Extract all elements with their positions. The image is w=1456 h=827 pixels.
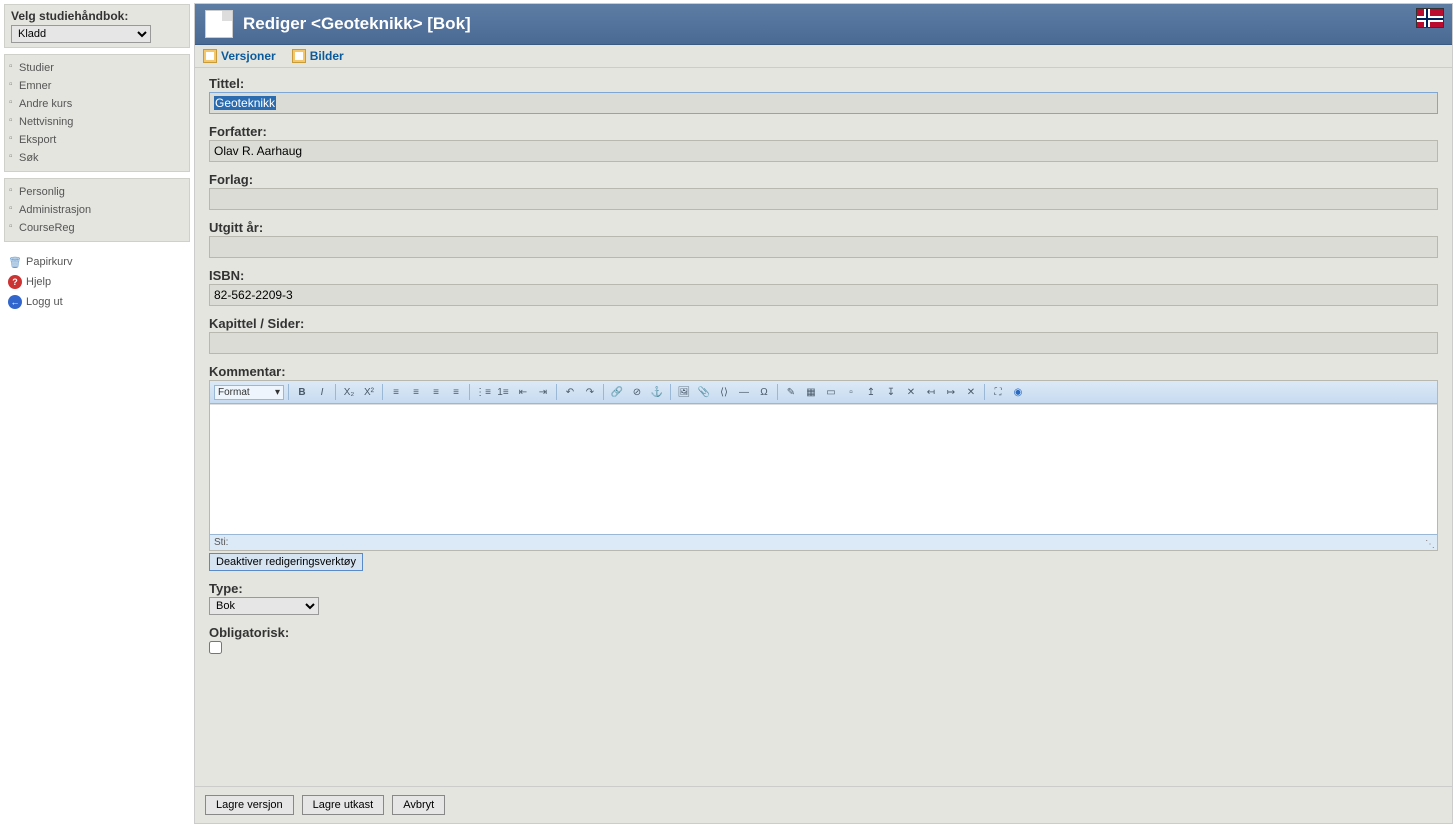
deactivate-editor-button[interactable]: Deaktiver redigeringsverktøy — [209, 553, 363, 571]
anchor-button[interactable]: ⚓ — [648, 383, 666, 401]
tab-bar: Versjoner Bilder — [195, 45, 1452, 68]
sidebar-util: 🗑 Papirkurv ? Hjelp ← Logg ut — [4, 248, 190, 316]
superscript-button[interactable]: X² — [360, 383, 378, 401]
trash-icon: 🗑 — [8, 255, 22, 269]
editor-help-button[interactable]: ◉ — [1009, 383, 1027, 401]
bold-button[interactable]: B — [293, 383, 311, 401]
unlink-button[interactable]: ⊘ — [628, 383, 646, 401]
chapter-input[interactable] — [209, 332, 1438, 354]
nav-andre-kurs[interactable]: Andre kurs — [19, 98, 72, 110]
code-button[interactable]: ⟨⟩ — [715, 383, 733, 401]
sidebar-nav-admin: Personlig Administrasjon CourseReg — [4, 178, 190, 242]
isbn-label: ISBN: — [209, 268, 1438, 283]
handbook-selector-block: Velg studiehåndbok: Kladd — [4, 4, 190, 48]
align-right-button[interactable]: ≡ — [427, 383, 445, 401]
cancel-button[interactable]: Avbryt — [392, 795, 445, 815]
save-draft-button[interactable]: Lagre utkast — [302, 795, 385, 815]
form-content: Tittel: Geoteknikk Forfatter: Forlag: Ut… — [195, 68, 1452, 675]
year-label: Utgitt år: — [209, 220, 1438, 235]
flag-norway-icon[interactable] — [1416, 8, 1444, 28]
italic-button[interactable]: I — [313, 383, 331, 401]
edit-html-button[interactable]: ✎ — [782, 383, 800, 401]
tab-bilder-label: Bilder — [310, 49, 344, 63]
delete-col-button[interactable]: ✕ — [962, 383, 980, 401]
insert-col-before-button[interactable]: ↤ — [922, 383, 940, 401]
insert-row-before-button[interactable]: ↥ — [862, 383, 880, 401]
main-panel: Rediger <Geoteknikk> [Bok] Versjoner Bil… — [194, 3, 1453, 824]
comment-label: Kommentar: — [209, 364, 1438, 379]
sidebar-nav-main: Studier Emner Andre kurs Nettvisning Eks… — [4, 54, 190, 172]
document-icon — [205, 10, 233, 38]
insert-row-after-button[interactable]: ↧ — [882, 383, 900, 401]
nav-hjelp[interactable]: Hjelp — [26, 276, 51, 288]
link-button[interactable]: 🔗 — [608, 383, 626, 401]
editor-toolbar: Format▾ B I X₂ X² ≡ ≡ ≡ ≡ ⋮≡ — [210, 381, 1437, 404]
bullet-list-button[interactable]: ⋮≡ — [474, 383, 492, 401]
outdent-button[interactable]: ⇤ — [514, 383, 532, 401]
nav-coursereg[interactable]: CourseReg — [19, 222, 75, 234]
chapter-label: Kapittel / Sider: — [209, 316, 1438, 331]
table-button[interactable]: ▦ — [802, 383, 820, 401]
title-input[interactable]: Geoteknikk — [209, 92, 1438, 114]
undo-button[interactable]: ↶ — [561, 383, 579, 401]
editor-status-bar: Sti: — [210, 534, 1437, 550]
subscript-button[interactable]: X₂ — [340, 383, 358, 401]
logout-icon: ← — [8, 295, 22, 309]
nav-studier[interactable]: Studier — [19, 62, 54, 74]
sidebar: Velg studiehåndbok: Kladd Studier Emner … — [0, 0, 194, 827]
table-row-props-button[interactable]: ▭ — [822, 383, 840, 401]
tab-bilder[interactable]: Bilder — [292, 49, 344, 63]
title-value: Geoteknikk — [214, 96, 276, 110]
help-icon: ? — [8, 275, 22, 289]
nav-emner[interactable]: Emner — [19, 80, 51, 92]
author-input[interactable] — [209, 140, 1438, 162]
isbn-input[interactable] — [209, 284, 1438, 306]
nav-administrasjon[interactable]: Administrasjon — [19, 204, 91, 216]
number-list-button[interactable]: 1≡ — [494, 383, 512, 401]
publisher-label: Forlag: — [209, 172, 1438, 187]
nav-sok[interactable]: Søk — [19, 152, 39, 164]
delete-row-button[interactable]: ✕ — [902, 383, 920, 401]
attachment-button[interactable]: 📎 — [695, 383, 713, 401]
nav-logg-ut[interactable]: Logg ut — [26, 296, 63, 308]
editor-body[interactable] — [210, 404, 1437, 534]
type-label: Type: — [209, 581, 1438, 596]
edit-icon — [292, 49, 306, 63]
page-title: Rediger <Geoteknikk> [Bok] — [243, 14, 471, 34]
redo-button[interactable]: ↷ — [581, 383, 599, 401]
image-button[interactable]: 🖼 — [675, 383, 693, 401]
nav-papirkurv[interactable]: Papirkurv — [26, 256, 72, 268]
author-label: Forfatter: — [209, 124, 1438, 139]
publisher-input[interactable] — [209, 188, 1438, 210]
footer-actions: Lagre versjon Lagre utkast Avbryt — [195, 786, 1452, 823]
align-justify-button[interactable]: ≡ — [447, 383, 465, 401]
nav-eksport[interactable]: Eksport — [19, 134, 56, 146]
align-left-button[interactable]: ≡ — [387, 383, 405, 401]
hr-button[interactable]: — — [735, 383, 753, 401]
special-char-button[interactable]: Ω — [755, 383, 773, 401]
type-select[interactable]: Bok — [209, 597, 319, 615]
edit-icon — [203, 49, 217, 63]
handbook-select-label: Velg studiehåndbok: — [11, 9, 183, 23]
app-root: Velg studiehåndbok: Kladd Studier Emner … — [0, 0, 1456, 827]
tab-versjoner-label: Versjoner — [221, 49, 276, 63]
rich-text-editor: Format▾ B I X₂ X² ≡ ≡ ≡ ≡ ⋮≡ — [209, 380, 1438, 551]
insert-col-after-button[interactable]: ↦ — [942, 383, 960, 401]
indent-button[interactable]: ⇥ — [534, 383, 552, 401]
page-header: Rediger <Geoteknikk> [Bok] — [195, 4, 1452, 45]
mandatory-checkbox[interactable] — [209, 641, 222, 654]
align-center-button[interactable]: ≡ — [407, 383, 425, 401]
save-version-button[interactable]: Lagre versjon — [205, 795, 294, 815]
year-input[interactable] — [209, 236, 1438, 258]
format-select[interactable]: Format▾ — [214, 385, 284, 400]
tab-versjoner[interactable]: Versjoner — [203, 49, 276, 63]
mandatory-label: Obligatorisk: — [209, 625, 1438, 640]
nav-personlig[interactable]: Personlig — [19, 186, 65, 198]
nav-nettvisning[interactable]: Nettvisning — [19, 116, 73, 128]
title-label: Tittel: — [209, 76, 1438, 91]
table-cell-props-button[interactable]: ▫ — [842, 383, 860, 401]
handbook-select[interactable]: Kladd — [11, 25, 151, 43]
fullscreen-button[interactable]: ⛶ — [989, 383, 1007, 401]
